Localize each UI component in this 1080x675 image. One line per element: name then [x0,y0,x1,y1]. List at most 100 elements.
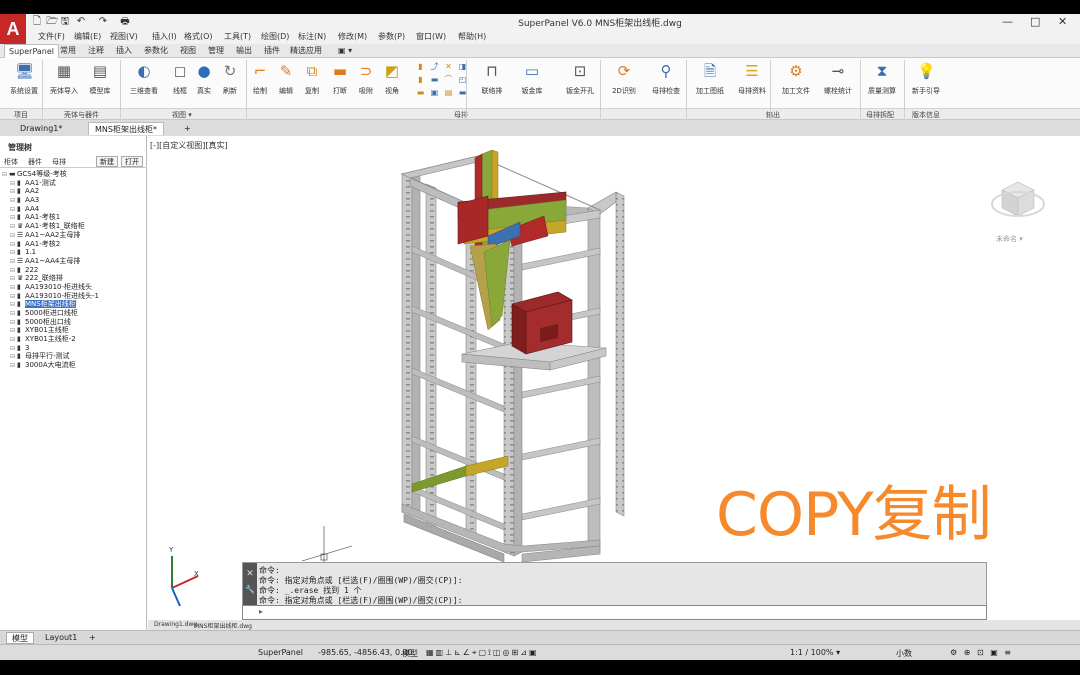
busbar-tool-icon[interactable]: ▮ [416,62,425,71]
ribbon-tab[interactable]: 视图 [180,45,196,57]
ribbon-tab[interactable]: ▣ ▾ [338,45,352,57]
ribbon-tab[interactable]: 插入 [116,45,132,57]
tree-item[interactable]: ⊟ ▮ AA4 [2,205,145,214]
ribbon-tab[interactable]: 管理 [208,45,224,57]
ribbon-button-drawing[interactable]: 🗎 加工图纸 [690,60,730,104]
menu-item[interactable]: 绘图(D) [261,31,289,42]
tree-item[interactable]: ⊟ ☰ AA1~AA2主母排 [2,231,145,240]
tree-item[interactable]: ⊟ ▮ 5000柜出口线 [2,318,145,327]
tree-item[interactable]: ⊟ ☰ AA1~AA4主母排 [2,257,145,266]
busbar-tool-icon[interactable]: ⤴ [430,62,439,71]
drawing-viewport[interactable]: [-][自定义视图][真实] Y X 未命名 ▾ COPY复制 [148,136,1080,630]
busbar-tool-icon[interactable]: ▬ [416,88,425,97]
ribbon-button-3d-view[interactable]: ◐ 三维查看 [124,60,164,104]
menu-item[interactable]: 帮助(H) [458,31,486,42]
busbar-tool-icon[interactable]: ▤ [444,88,453,97]
ribbon-button-view-angle[interactable]: ◩ 视角 [372,60,412,104]
file-tab[interactable]: MNS柜架出线柜.dwg [194,621,252,630]
add-layout-button[interactable]: + [84,632,101,644]
maximize-button[interactable]: □ [1030,16,1040,28]
ribbon-button-bolt-count[interactable]: ⊸ 螺栓统计 [818,60,858,104]
tab-device[interactable]: 器件 [28,157,42,167]
tree-item[interactable]: ⊟ ▮ 1.1 [2,248,145,257]
tab-layout1[interactable]: Layout1 [40,632,82,644]
redo-icon[interactable]: ↷ [98,16,108,28]
busbar-tool-icon[interactable]: ▮ [416,75,425,84]
ribbon-button-cabinet-import[interactable]: ▦ 壳体导入 [44,60,84,104]
save-icon[interactable]: 🖫 [60,16,70,28]
busbar-tool-icon[interactable]: ▣ [430,88,439,97]
ribbon-tab[interactable]: 精选应用 [290,45,322,57]
busbar-tool-icon[interactable]: ✕ [444,62,453,71]
tab-model[interactable]: 模型 [6,632,34,644]
ribbon-button-quality[interactable]: ⧗ 质量测算 [862,60,902,104]
menu-item[interactable]: 格式(O) [184,31,213,42]
expand-icon[interactable]: ⊟ [10,362,17,371]
tree-item[interactable]: ⊟ ▮ 3 [2,344,145,353]
tree-item[interactable]: ⊟ ▮ 222 [2,266,145,275]
menu-item[interactable]: 标注(N) [298,31,326,42]
ribbon-button-model-library[interactable]: ▤ 模型库 [80,60,120,104]
busbar-tool-icon[interactable]: ⌒ [444,75,453,84]
close-button[interactable]: ✕ [1058,16,1067,28]
tree-item[interactable]: ⊟ ▬GCS4等级-考核 [2,170,145,179]
ribbon-button-busbar-check[interactable]: ⚲ 母排检查 [646,60,686,104]
tree-item[interactable]: ⊟ ▮ AA1-测试 [2,179,145,188]
tree-item[interactable]: ⊟ ▮ AA1-考核1 [2,213,145,222]
document-tab[interactable]: MNS柜架出线柜* [88,122,164,135]
menu-item[interactable]: 视图(V) [110,31,138,42]
command-input[interactable]: ▸ [242,605,987,620]
open-button[interactable]: 打开 [121,156,143,167]
ribbon-tab[interactable]: 插件 [264,45,280,57]
tree-item[interactable]: ⊟ ▮ AA1-考核2 [2,240,145,249]
menu-item[interactable]: 工具(T) [224,31,251,42]
menu-item[interactable]: 编辑(E) [74,31,101,42]
close-command-icon[interactable]: ✕ [243,569,257,579]
status-annotation-scale[interactable]: 1:1 / 100% ▾ [790,648,840,657]
ribbon-button-monitor[interactable]: 🖥 系统设置 [4,60,44,104]
undo-icon[interactable]: ↶ [76,16,86,28]
ribbon-tab[interactable]: 常用 [60,45,76,57]
tree-item[interactable]: ⊟ ▮ 5000柜进口线柜 [2,309,145,318]
tree-item[interactable]: ⊟ ▮ MNS柜架出线柜 [2,300,145,309]
viewcube[interactable]: 未命名 ▾ [986,164,1048,244]
ribbon-tab[interactable]: 输出 [236,45,252,57]
tree-item[interactable]: ⊟ ▮ AA2 [2,187,145,196]
tab-busbar[interactable]: 母排 [52,157,66,167]
status-right-icons[interactable]: ⚙ ⊕ ⊡ ▣ ≡ [950,648,1013,657]
print-icon[interactable]: 🖶 [120,16,130,28]
tree-item[interactable]: ⊟ ▮ XYB01主线柜 [2,326,145,335]
ribbon-button-machining-file[interactable]: ⚙ 加工文件 [776,60,816,104]
new-icon[interactable]: 🗋 [32,16,42,28]
settings-icon[interactable]: 🔧 [243,585,257,594]
app-logo[interactable]: A [0,14,26,44]
tree-item[interactable]: ⊟ ▮ 母排平行-测试 [2,352,145,361]
tree-item[interactable]: ⊟ ♛ AA1-考核1_联络柜 [2,222,145,231]
tree-item[interactable]: ⊟ ▮ XYB01主线柜-2 [2,335,145,344]
ribbon-tab[interactable]: SuperPanel [4,44,60,58]
busbar-tool-icon[interactable]: ▬ [430,75,439,84]
menu-item[interactable]: 参数(P) [378,31,405,42]
tree-item[interactable]: ⊟ ▮ AA3 [2,196,145,205]
status-toggle-icons[interactable]: ▦▥⊥⊾∠⌖▢⟟◫◎⊞⊿▣ [426,648,539,658]
menu-item[interactable]: 文件(F) [38,31,65,42]
ribbon-button-sheet-metal-hole[interactable]: ⊡ 钣金开孔 [560,60,600,104]
viewcube-label[interactable]: 未命名 ▾ [996,234,1023,244]
status-space[interactable]: 模型 [402,648,418,659]
status-units[interactable]: 小数 [896,648,912,659]
new-button[interactable]: 新建 [96,156,118,167]
menu-item[interactable]: 修改(M) [338,31,367,42]
viewcube-icon[interactable] [986,164,1048,244]
new-tab-button[interactable]: + [178,122,197,135]
menu-item[interactable]: 插入(I) [152,31,177,42]
ribbon-button-tie-busbar[interactable]: ⊓ 联络排 [472,60,512,104]
document-tab[interactable]: Drawing1* [14,122,68,135]
ribbon-button-2d-recognize[interactable]: ⟳ 2D识别 [604,60,644,104]
tree-item[interactable]: ⊟ ♛ 222_联络排 [2,274,145,283]
ribbon-tab[interactable]: 注释 [88,45,104,57]
ribbon-button-busbar-data[interactable]: ☰ 母排资料 [732,60,772,104]
file-tab[interactable]: Drawing1.dwg [154,621,197,628]
ribbon-button-guide[interactable]: 💡 新手引导 [906,60,946,104]
tree-item[interactable]: ⊟ ▮ AA193010-柜进线头-1 [2,292,145,301]
minimize-button[interactable]: — [1002,16,1013,28]
